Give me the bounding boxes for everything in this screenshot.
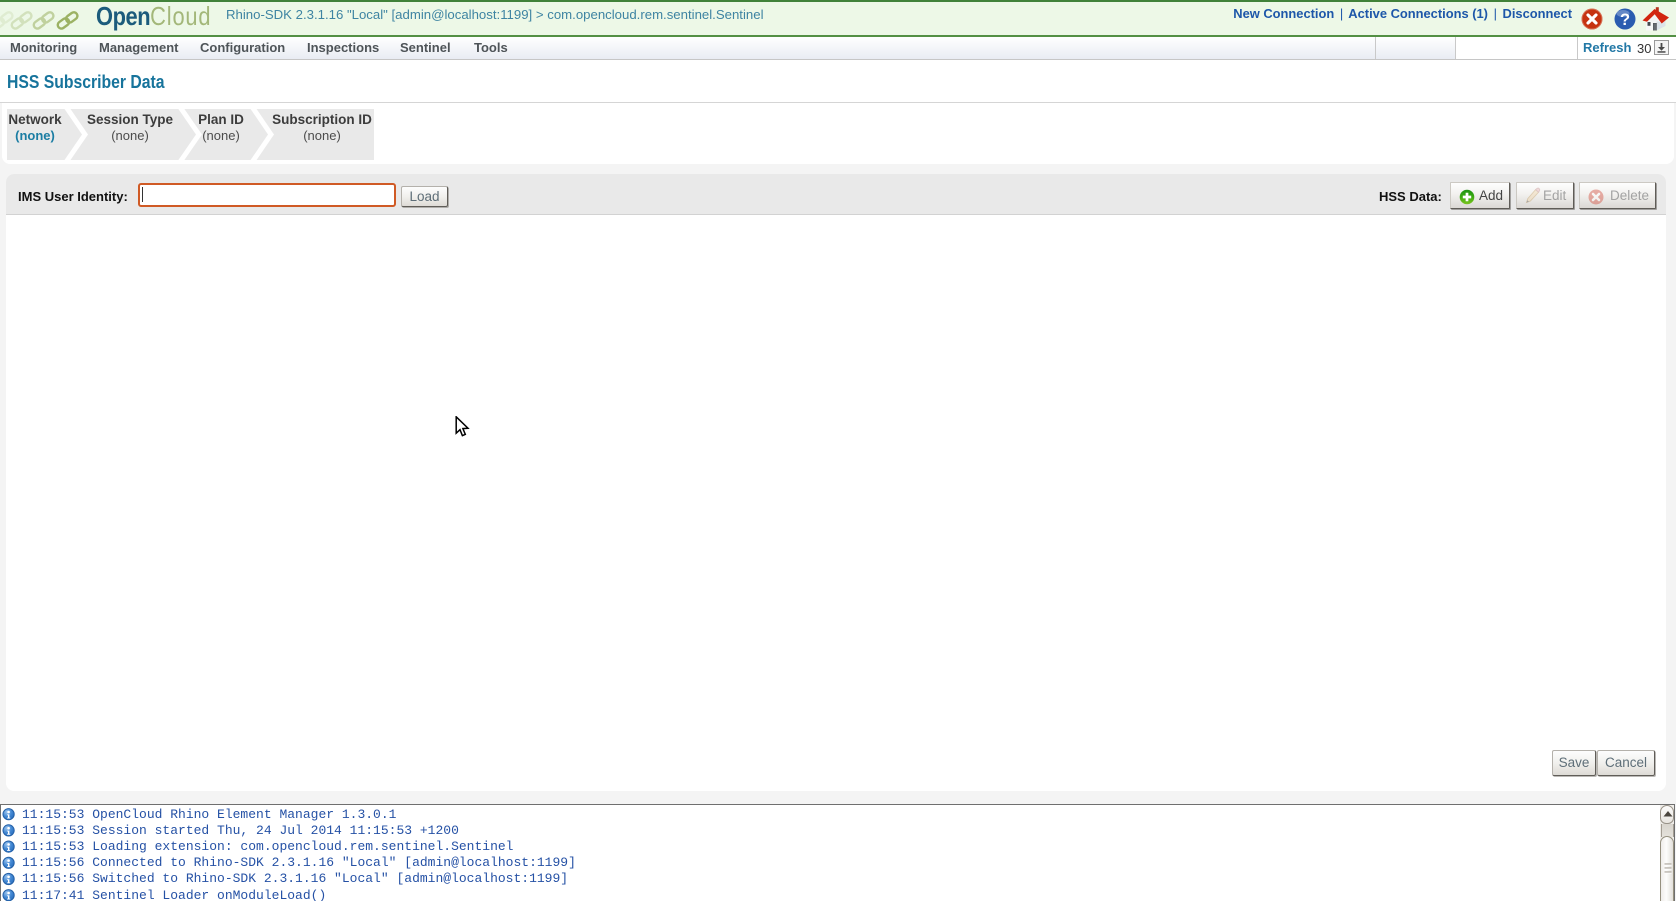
svg-text:?: ?: [1620, 11, 1630, 29]
